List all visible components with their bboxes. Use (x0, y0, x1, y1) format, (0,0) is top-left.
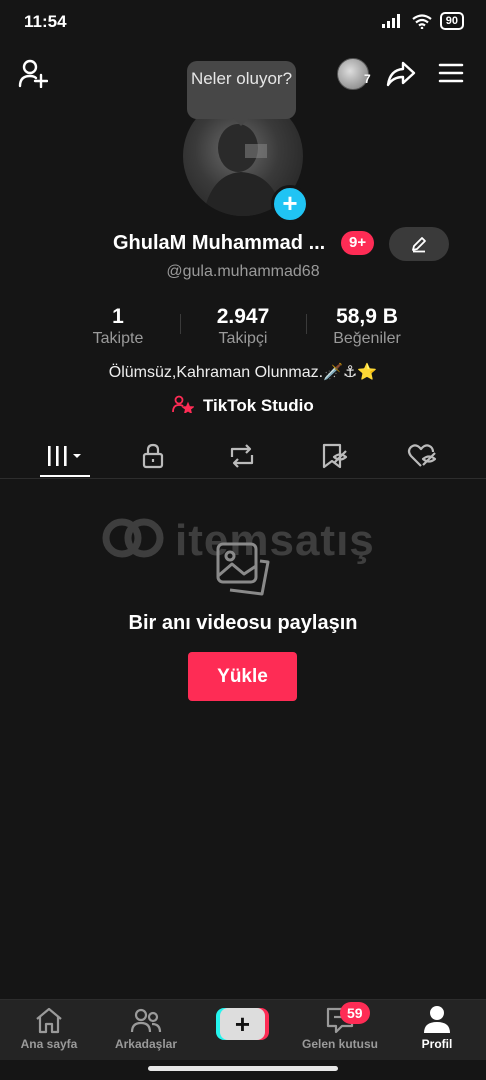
tiktok-studio-label: TikTok Studio (202, 395, 314, 415)
nav-home-label: Ana sayfa (20, 1037, 78, 1051)
repost-icon (230, 444, 254, 468)
liked-hidden-icon (407, 444, 437, 467)
home-icon (36, 1007, 62, 1034)
status-bubble[interactable]: Neler oluyor? (187, 61, 296, 126)
inbox-unread-badge: 59 (340, 1002, 370, 1024)
tab-private[interactable] (125, 436, 181, 476)
photos-icon (216, 542, 270, 596)
tiktok-studio-link[interactable]: TikTok Studio (0, 395, 486, 418)
share-profile-button[interactable] (386, 60, 416, 88)
profile-name: GhulaM Muhammad ... (113, 232, 326, 254)
add-user-icon (18, 59, 48, 88)
active-tab-indicator (40, 475, 90, 477)
nav-home[interactable]: Ana sayfa (4, 1000, 94, 1060)
status-bar: 11:54 90 (0, 0, 486, 46)
videos-grid-icon (48, 446, 81, 466)
following-stat[interactable]: 1 Takipte (58, 305, 178, 348)
creator-star-icon (172, 395, 196, 418)
tab-favorites[interactable] (306, 436, 362, 476)
settings-menu-button[interactable] (438, 62, 464, 84)
watermark-text: itemsatış (175, 516, 375, 565)
stat-divider (180, 314, 181, 334)
nav-friends-label: Arkadaşlar (114, 1037, 178, 1051)
battery-indicator: 90 (439, 12, 464, 30)
status-icons: 90 (381, 12, 464, 30)
followers-stat[interactable]: 2.947 Takipçi (183, 305, 303, 348)
empty-state-illustration (214, 540, 272, 601)
pencil-icon (412, 237, 426, 253)
create-video-button[interactable]: + (216, 1008, 269, 1040)
tab-liked[interactable] (394, 436, 450, 476)
following-label: Takipte (92, 330, 144, 347)
following-count: 1 (112, 305, 124, 328)
followers-count: 2.947 (216, 305, 270, 328)
profile-handle: @gula.muhammad68 (166, 263, 320, 280)
nav-friends[interactable]: Arkadaşlar (101, 1000, 191, 1060)
edit-profile-button[interactable] (389, 227, 449, 261)
account-switcher-count: 7 (364, 72, 371, 86)
likes-label: Beğeniler (333, 330, 401, 347)
tab-reposts[interactable] (214, 436, 270, 476)
followers-label: Takipçi (218, 330, 268, 347)
friends-icon (130, 1008, 162, 1033)
tab-videos[interactable] (38, 436, 94, 476)
lock-icon (142, 443, 164, 469)
home-indicator[interactable] (148, 1066, 338, 1071)
profile-icon (424, 1006, 450, 1033)
hamburger-menu-icon (438, 63, 464, 83)
share-icon (386, 61, 416, 87)
empty-state-title: Bir anı videosu paylaşın (128, 612, 358, 634)
wifi-icon (412, 13, 432, 29)
nav-inbox-label: Gelen kutusu (301, 1037, 378, 1051)
profile-bio: Ölümsüz,Kahraman Olunmaz.🗡️⚓⭐ (108, 364, 378, 381)
nav-profile-label: Profil (421, 1037, 453, 1051)
notification-badge[interactable]: 9+ (341, 231, 375, 255)
signal-icon (381, 14, 400, 28)
likes-stat[interactable]: 58,9 B Beğeniler (307, 305, 427, 348)
add-story-button[interactable]: + (271, 185, 309, 223)
bottom-navigation: Ana sayfa Arkadaşlar + Gelen kutusu Prof… (0, 999, 486, 1060)
content-tabs (0, 436, 486, 479)
add-friend-button[interactable] (18, 58, 48, 88)
watermark-logo (102, 518, 164, 558)
nav-profile[interactable]: Profil (392, 1000, 482, 1060)
favorites-hidden-icon (322, 443, 348, 469)
upload-button[interactable]: Yükle (188, 652, 297, 701)
plus-icon: + (220, 1008, 265, 1040)
clock: 11:54 (24, 12, 67, 31)
likes-count: 58,9 B (336, 305, 398, 328)
plus-icon: + (282, 188, 298, 218)
